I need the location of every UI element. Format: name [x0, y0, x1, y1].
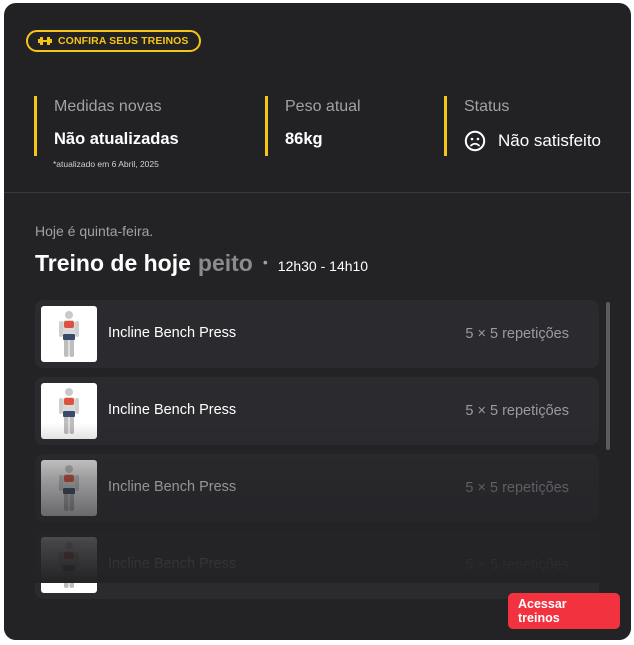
workout-card: CONFIRA SEUS TREINOS Medidas novas Não a… — [4, 3, 631, 640]
exercise-row[interactable]: Incline Bench Press 5 × 5 repetições — [35, 454, 599, 522]
list-scrollbar[interactable] — [606, 302, 610, 450]
exercise-name: Incline Bench Press — [108, 325, 237, 341]
stat-label: Status — [464, 98, 510, 115]
exercise-reps: 5 × 5 repetições — [465, 403, 569, 419]
stat-value: 86kg — [285, 130, 323, 148]
sad-face-icon — [464, 130, 486, 152]
exercise-name: Incline Bench Press — [108, 479, 237, 495]
stats-row: Medidas novas Não atualizadas Peso atual… — [34, 96, 631, 156]
status-value: Não satisfeito — [498, 131, 601, 150]
exercise-list[interactable]: Incline Bench Press 5 × 5 repetições Inc… — [35, 298, 599, 599]
exercise-row[interactable]: Incline Bench Press 5 × 5 repetições — [35, 377, 599, 445]
separator-dot: • — [262, 254, 268, 270]
exercise-row[interactable]: Incline Bench Press 5 × 5 repetições — [35, 300, 599, 368]
stat-value: Não atualizadas — [54, 130, 179, 148]
exercise-reps: 5 × 5 repetições — [465, 557, 569, 573]
check-workouts-badge[interactable]: CONFIRA SEUS TREINOS — [26, 30, 201, 52]
dumbbell-icon — [38, 37, 52, 45]
exercise-figure-icon — [41, 460, 97, 516]
exercise-figure-icon — [41, 537, 97, 593]
exercise-name: Incline Bench Press — [108, 402, 237, 418]
exercise-reps: 5 × 5 repetições — [465, 480, 569, 496]
exercise-figure-icon — [41, 383, 97, 439]
stat-label: Medidas novas — [54, 98, 162, 115]
stat-value-wrap: Não satisfeito — [464, 130, 601, 152]
stat-label: Peso atual — [285, 98, 361, 115]
exercise-reps: 5 × 5 repetições — [465, 326, 569, 342]
exercise-figure-icon — [41, 306, 97, 362]
stat-weight: Peso atual 86kg — [265, 96, 361, 156]
workout-title-main: Treino de hoje — [35, 250, 191, 276]
exercise-row[interactable]: Incline Bench Press 5 × 5 repetições — [35, 531, 599, 599]
badge-label: CONFIRA SEUS TREINOS — [58, 35, 189, 47]
stat-status: Status Não satisfeito — [444, 96, 601, 156]
workout-muscle: peito — [197, 250, 253, 276]
day-text: Hoje é quinta-feira. — [35, 223, 154, 239]
updated-note: *atualizado em 6 Abril, 2025 — [53, 159, 159, 169]
workout-time: 12h30 - 14h10 — [277, 258, 369, 274]
stat-measurements: Medidas novas Não atualizadas — [34, 96, 179, 156]
exercise-name: Incline Bench Press — [108, 556, 237, 572]
today-workout-section: Hoje é quinta-feira. Treino de hoje peit… — [4, 193, 631, 640]
workout-title: Treino de hoje peito • 12h30 - 14h10 — [35, 250, 368, 277]
access-workouts-button[interactable]: Acessar treinos — [508, 593, 620, 629]
